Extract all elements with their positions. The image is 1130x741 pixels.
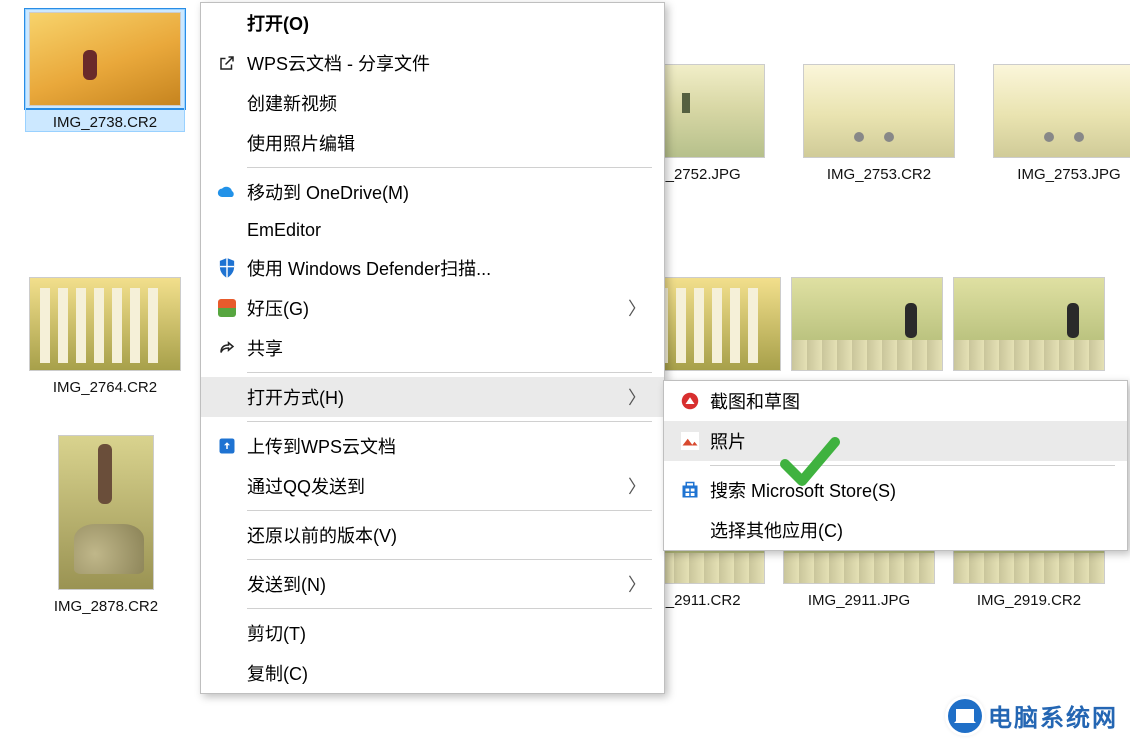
menu-share[interactable]: 共享 bbox=[201, 328, 664, 368]
submenu-snip[interactable]: 截图和草图 bbox=[664, 381, 1127, 421]
annotation-checkmark-icon bbox=[780, 436, 840, 495]
menu-cut[interactable]: 剪切(T) bbox=[201, 613, 664, 653]
menu-label: 打开方式(H) bbox=[247, 384, 628, 410]
menu-label: 共享 bbox=[247, 335, 646, 361]
menu-send-to[interactable]: 发送到(N) 〉 bbox=[201, 564, 664, 604]
blank-icon bbox=[676, 519, 704, 541]
file-item[interactable]: IMG_2911.JPG bbox=[964, 275, 1094, 396]
watermark-text: 电脑系统网 bbox=[988, 698, 1118, 733]
menu-label: 剪切(T) bbox=[247, 620, 646, 646]
blank-icon bbox=[213, 573, 241, 595]
thumbnail bbox=[990, 62, 1130, 160]
file-item[interactable]: IMG_2911.CR2 bbox=[802, 275, 932, 396]
thumbnail bbox=[800, 62, 958, 160]
file-item[interactable]: IMG_2753.CR2 bbox=[800, 62, 958, 183]
file-item[interactable]: IMG_2738.CR2 bbox=[26, 10, 184, 131]
separator bbox=[247, 559, 652, 560]
file-name: IMG_2753.JPG bbox=[1017, 166, 1120, 183]
menu-label: 照片 bbox=[710, 428, 1109, 454]
file-name: IMG_2911.JPG bbox=[808, 592, 910, 609]
snip-icon bbox=[676, 390, 704, 412]
menu-label: 好压(G) bbox=[247, 295, 628, 321]
blank-icon bbox=[213, 622, 241, 644]
thumbnail bbox=[950, 275, 1108, 373]
separator bbox=[247, 167, 652, 168]
menu-label: 发送到(N) bbox=[247, 571, 628, 597]
wps-cloud-icon bbox=[213, 435, 241, 457]
share-arrow-icon bbox=[213, 337, 241, 359]
haozip-icon bbox=[213, 297, 241, 319]
watermark: 电脑系统网 bbox=[948, 698, 1118, 733]
store-icon bbox=[676, 479, 704, 501]
thumbnail bbox=[788, 275, 946, 373]
thumbnail bbox=[56, 432, 156, 592]
menu-label: 使用照片编辑 bbox=[247, 130, 646, 156]
separator bbox=[247, 421, 652, 422]
chevron-right-icon: 〉 bbox=[628, 473, 646, 499]
blank-icon bbox=[213, 662, 241, 684]
submenu-store[interactable]: 搜索 Microsoft Store(S) bbox=[664, 470, 1127, 510]
separator bbox=[247, 510, 652, 511]
file-name: IMG_2878.CR2 bbox=[54, 598, 158, 615]
menu-open-with[interactable]: 打开方式(H) 〉 bbox=[201, 377, 664, 417]
blank-icon bbox=[213, 475, 241, 497]
blank-icon bbox=[213, 219, 241, 241]
menu-label: 打开(O) bbox=[247, 10, 646, 36]
watermark-logo-icon bbox=[948, 699, 982, 733]
blank-icon bbox=[213, 92, 241, 114]
menu-open[interactable]: 打开(O) bbox=[201, 3, 664, 43]
thumbnail bbox=[26, 10, 184, 108]
thumbnail bbox=[26, 275, 184, 373]
submenu-choose[interactable]: 选择其他应用(C) bbox=[664, 510, 1127, 550]
file-name: IMG_2753.CR2 bbox=[827, 166, 931, 183]
file-item[interactable]: IMG_2878.CR2 bbox=[46, 432, 166, 615]
blank-icon bbox=[213, 12, 241, 34]
menu-label: 创建新视频 bbox=[247, 90, 646, 116]
menu-label: 搜索 Microsoft Store(S) bbox=[710, 477, 1109, 503]
menu-onedrive[interactable]: 移动到 OneDrive(M) bbox=[201, 172, 664, 212]
photos-icon bbox=[676, 430, 704, 452]
menu-label: EmEditor bbox=[247, 220, 646, 241]
menu-label: 选择其他应用(C) bbox=[710, 517, 1109, 543]
chevron-right-icon: 〉 bbox=[628, 295, 646, 321]
menu-label: 移动到 OneDrive(M) bbox=[247, 179, 646, 205]
blank-icon bbox=[213, 524, 241, 546]
chevron-right-icon: 〉 bbox=[628, 384, 646, 410]
menu-haozip[interactable]: 好压(G) 〉 bbox=[201, 288, 664, 328]
submenu-photos[interactable]: 照片 bbox=[664, 421, 1127, 461]
context-submenu-open-with: 截图和草图 照片 搜索 Microsoft Store(S) 选择其他应用(C) bbox=[663, 380, 1128, 551]
menu-create-video[interactable]: 创建新视频 bbox=[201, 83, 664, 123]
separator bbox=[247, 372, 652, 373]
menu-label: 上传到WPS云文档 bbox=[247, 433, 646, 459]
defender-shield-icon bbox=[213, 257, 241, 279]
menu-wps-share[interactable]: WPS云文档 - 分享文件 bbox=[201, 43, 664, 83]
separator bbox=[710, 465, 1115, 466]
chevron-right-icon: 〉 bbox=[628, 571, 646, 597]
share-icon bbox=[213, 52, 241, 74]
blank-icon bbox=[213, 132, 241, 154]
menu-restore[interactable]: 还原以前的版本(V) bbox=[201, 515, 664, 555]
onedrive-icon bbox=[213, 181, 241, 203]
menu-label: 还原以前的版本(V) bbox=[247, 522, 646, 548]
menu-label: 通过QQ发送到 bbox=[247, 473, 628, 499]
menu-wps-upload[interactable]: 上传到WPS云文档 bbox=[201, 426, 664, 466]
menu-label: WPS云文档 - 分享文件 bbox=[247, 50, 646, 76]
file-name: IMG_2919.CR2 bbox=[977, 592, 1081, 609]
menu-defender[interactable]: 使用 Windows Defender扫描... bbox=[201, 248, 664, 288]
menu-photo-edit[interactable]: 使用照片编辑 bbox=[201, 123, 664, 163]
menu-label: 复制(C) bbox=[247, 660, 646, 686]
file-item[interactable]: IMG_2753.JPG bbox=[990, 62, 1130, 183]
file-item[interactable]: IMG_2764.CR2 bbox=[26, 275, 184, 396]
menu-qq-send[interactable]: 通过QQ发送到 〉 bbox=[201, 466, 664, 506]
menu-emeditor[interactable]: EmEditor bbox=[201, 212, 664, 248]
separator bbox=[247, 608, 652, 609]
blank-icon bbox=[213, 386, 241, 408]
file-name: IMG_2738.CR2 bbox=[53, 114, 157, 131]
menu-label: 截图和草图 bbox=[710, 388, 1109, 414]
context-menu: 打开(O) WPS云文档 - 分享文件 创建新视频 使用照片编辑 移动到 One… bbox=[200, 2, 665, 694]
menu-copy[interactable]: 复制(C) bbox=[201, 653, 664, 693]
file-name: IMG_2764.CR2 bbox=[53, 379, 157, 396]
menu-label: 使用 Windows Defender扫描... bbox=[247, 255, 646, 281]
